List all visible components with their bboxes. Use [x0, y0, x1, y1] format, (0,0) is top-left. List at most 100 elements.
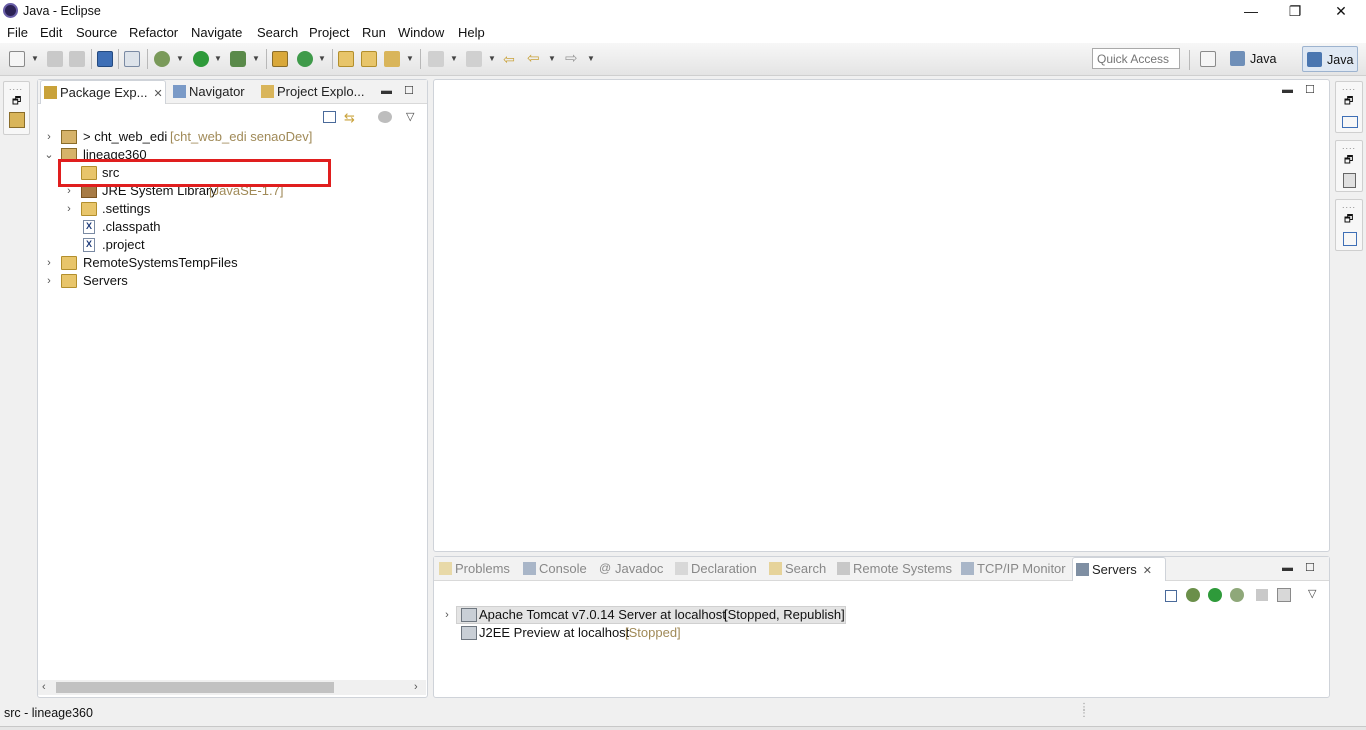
chevron-right-icon[interactable]: › — [64, 200, 74, 218]
chevron-down-icon[interactable]: ▼ — [214, 51, 222, 67]
collapse-all-icon[interactable] — [1165, 590, 1177, 602]
chevron-down-icon[interactable]: ▼ — [548, 51, 556, 67]
chevron-down-icon[interactable]: ▼ — [587, 51, 595, 67]
collapse-all-icon[interactable] — [323, 111, 336, 123]
chevron-right-icon[interactable]: › — [44, 254, 54, 272]
terminal-icon[interactable] — [97, 51, 113, 67]
menu-search[interactable]: Search — [257, 25, 298, 40]
restore-icon[interactable]: 🗗 — [1344, 153, 1353, 170]
perspective-java[interactable]: Java — [1302, 46, 1358, 72]
chevron-right-icon[interactable]: › — [442, 606, 452, 624]
server-row-tomcat[interactable]: › Apache Tomcat v7.0.14 Server at localh… — [434, 606, 854, 624]
menu-refactor[interactable]: Refactor — [129, 25, 178, 40]
forward-icon[interactable]: ⇨ — [565, 51, 581, 67]
chevron-down-icon[interactable]: ▼ — [406, 51, 414, 67]
chevron-down-icon[interactable]: ⌄ — [44, 146, 54, 164]
maximize-view-button[interactable]: ☐ — [404, 85, 414, 97]
tab-declaration[interactable]: Declaration — [672, 557, 762, 581]
restore-button[interactable]: ❐ — [1272, 1, 1318, 21]
stop-server-icon[interactable] — [1256, 589, 1268, 601]
profile-server-icon[interactable] — [1230, 588, 1244, 602]
scroll-right-icon[interactable]: › — [414, 680, 418, 695]
tab-servers[interactable]: Servers ✕ — [1072, 557, 1166, 581]
open-type-icon[interactable] — [338, 51, 354, 67]
tab-javadoc[interactable]: @ Javadoc — [596, 557, 668, 581]
minimize-editor-button[interactable]: ▬ — [1282, 84, 1293, 96]
perspective-java-ee[interactable]: Java EE — [1226, 46, 1298, 92]
chevron-down-icon[interactable]: ▼ — [176, 51, 184, 67]
back-icon[interactable]: ⇦ — [527, 51, 543, 67]
close-button[interactable]: ✕ — [1318, 1, 1364, 21]
tree-item-project[interactable]: X .project — [38, 236, 418, 254]
maximize-view-button[interactable]: ☐ — [1305, 562, 1315, 574]
chevron-down-icon[interactable]: ▼ — [252, 51, 260, 67]
skip-breakpoints-icon[interactable] — [124, 51, 140, 67]
view-menu-icon[interactable]: ▽ — [406, 110, 414, 123]
menu-help[interactable]: Help — [458, 25, 485, 40]
previous-annotation-icon[interactable] — [466, 51, 482, 67]
run-external-tools-icon[interactable] — [230, 51, 246, 67]
debug-icon[interactable] — [154, 51, 170, 67]
new-java-project-icon[interactable] — [272, 51, 288, 67]
link-with-editor-icon[interactable]: ⇆ — [344, 110, 355, 126]
restore-icon[interactable]: 🗗 — [1344, 212, 1353, 229]
restore-icon[interactable]: 🗗 — [12, 94, 21, 111]
chevron-right-icon[interactable]: › — [44, 128, 54, 146]
menu-project[interactable]: Project — [309, 25, 349, 40]
debug-server-icon[interactable] — [1186, 588, 1200, 602]
last-edit-location-icon[interactable]: ⇦ — [503, 51, 519, 67]
new-java-class-icon[interactable] — [297, 51, 313, 67]
tab-project-explorer[interactable]: Project Explo... — [258, 80, 368, 104]
outline-view-icon[interactable] — [1342, 116, 1358, 128]
search-pencil-icon[interactable] — [384, 51, 400, 67]
tree-item-cht-web-edi[interactable]: › > cht_web_edi [cht_web_edi senaoDev] — [38, 128, 418, 146]
chevron-down-icon[interactable]: ▼ — [318, 51, 326, 67]
chevron-down-icon[interactable]: ▼ — [488, 51, 496, 67]
tab-navigator[interactable]: Navigator — [170, 80, 254, 104]
horizontal-scrollbar[interactable]: ‹ › — [38, 680, 426, 695]
menu-run[interactable]: Run — [362, 25, 386, 40]
hierarchy-icon[interactable] — [1343, 232, 1357, 246]
scrollbar-thumb[interactable] — [56, 682, 334, 693]
tab-remote-systems[interactable]: Remote Systems — [834, 557, 952, 581]
quick-access-input[interactable] — [1092, 48, 1180, 69]
tab-tcpip-monitor[interactable]: TCP/IP Monitor — [958, 557, 1070, 581]
next-annotation-icon[interactable] — [428, 51, 444, 67]
tab-search[interactable]: Search — [766, 557, 830, 581]
tab-package-explorer[interactable]: Package Exp... ✕ — [40, 80, 166, 104]
scroll-left-icon[interactable]: ‹ — [42, 680, 46, 695]
open-perspective-icon[interactable] — [1200, 51, 1216, 67]
close-icon[interactable]: ✕ — [1143, 565, 1152, 577]
new-icon[interactable] — [9, 51, 25, 67]
tab-console[interactable]: Console — [520, 557, 592, 581]
menu-file[interactable]: File — [7, 25, 28, 40]
menu-source[interactable]: Source — [76, 25, 117, 40]
minimize-view-button[interactable]: ▬ — [1282, 562, 1293, 574]
start-server-icon[interactable] — [1208, 588, 1222, 602]
menu-edit[interactable]: Edit — [40, 25, 62, 40]
menu-window[interactable]: Window — [398, 25, 444, 40]
save-icon[interactable] — [47, 51, 63, 67]
run-icon[interactable] — [193, 51, 209, 67]
tree-item-servers[interactable]: › Servers — [38, 272, 418, 290]
menu-navigate[interactable]: Navigate — [191, 25, 242, 40]
minimize-button[interactable]: — — [1228, 1, 1274, 21]
tree-item-remote-systems-temp-files[interactable]: › RemoteSystemsTempFiles — [38, 254, 418, 272]
focus-icon[interactable] — [378, 111, 392, 123]
publish-icon[interactable] — [1277, 588, 1291, 602]
chevron-down-icon[interactable]: ▼ — [31, 51, 39, 67]
save-all-icon[interactable] — [69, 51, 85, 67]
restore-icon[interactable]: 🗗 — [1344, 94, 1353, 111]
tree-item-settings[interactable]: › .settings — [38, 200, 418, 218]
view-menu-icon[interactable]: ▽ — [1308, 587, 1316, 600]
tree-item-classpath[interactable]: X .classpath — [38, 218, 418, 236]
chevron-down-icon[interactable]: ▼ — [450, 51, 458, 67]
tab-problems[interactable]: Problems — [436, 557, 516, 581]
task-list-icon[interactable] — [1343, 173, 1356, 188]
close-icon[interactable]: ✕ — [153, 88, 162, 100]
server-row-j2ee-preview[interactable]: J2EE Preview at localhost [Stopped] — [434, 624, 854, 642]
maximize-editor-button[interactable]: ☐ — [1305, 84, 1315, 96]
open-folder-icon[interactable] — [361, 51, 377, 67]
chevron-right-icon[interactable]: › — [44, 272, 54, 290]
minimize-view-button[interactable]: ▬ — [381, 85, 392, 97]
